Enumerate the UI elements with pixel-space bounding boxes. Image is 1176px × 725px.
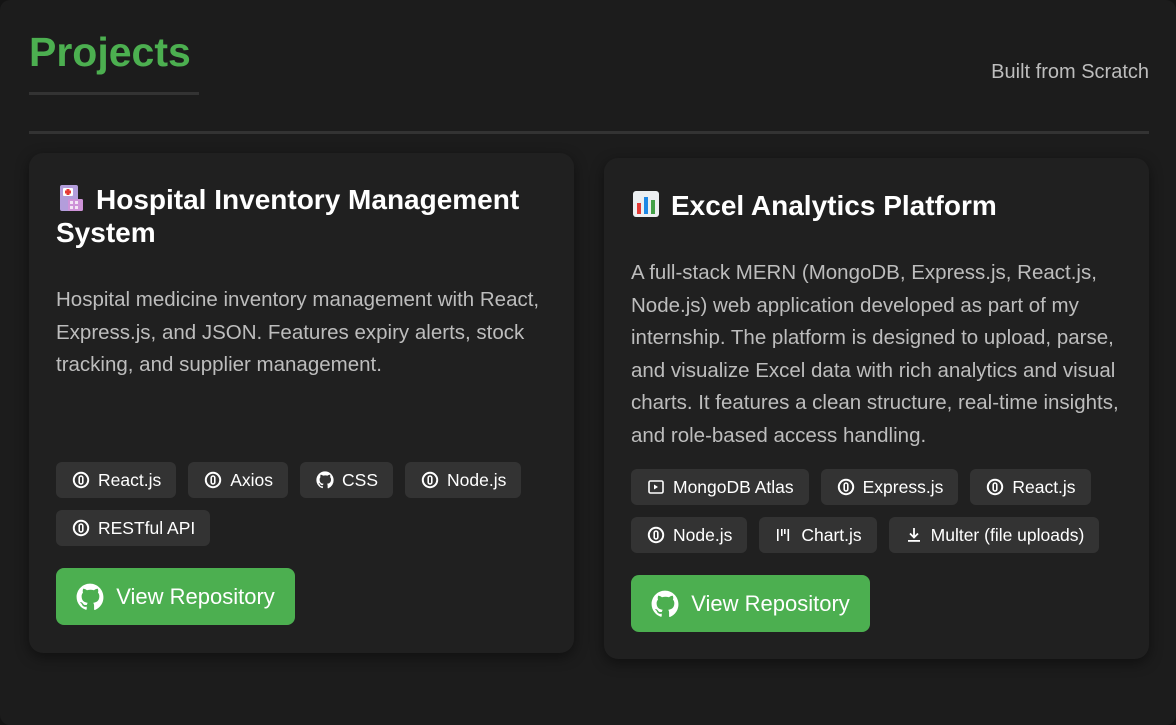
tag-label: MongoDB Atlas: [673, 476, 794, 497]
tag-label: Node.js: [673, 524, 733, 545]
tech-circle-icon: [837, 478, 855, 496]
tag-restful-api: RESTful API: [56, 510, 211, 546]
download-icon: [905, 526, 923, 544]
tag-label: CSS: [342, 469, 378, 490]
tag-label: Chart.js: [801, 524, 862, 545]
chart-bars-icon: [775, 526, 793, 544]
button-label: View Repository: [691, 590, 850, 616]
project-title-text: Excel Analytics Platform: [671, 190, 997, 221]
tech-circle-icon: [421, 471, 439, 489]
tag-label: React.js: [98, 469, 162, 490]
tech-circle-icon: [72, 471, 90, 489]
tech-circle-icon: [204, 471, 222, 489]
project-description: A full-stack MERN (MongoDB, Express.js, …: [631, 261, 1119, 447]
tag-label: Node.js: [447, 469, 507, 490]
tech-tags: MongoDB Atlas Express.js React.js Node.j…: [631, 469, 1129, 553]
project-title-text: Hospital Inventory Management System: [56, 184, 520, 248]
page-title: Projects: [29, 29, 191, 75]
tech-circle-icon: [72, 519, 90, 537]
tag-react: React.js: [970, 469, 1091, 505]
tag-css: CSS: [300, 462, 393, 498]
project-description: Hospital medicine inventory management w…: [56, 288, 540, 376]
tag-label: Express.js: [862, 476, 944, 497]
tag-axios: Axios: [188, 462, 289, 498]
page-subtitle: Built from Scratch: [991, 61, 1149, 83]
tag-node: Node.js: [405, 462, 522, 498]
tag-react: React.js: [56, 462, 177, 498]
tech-circle-icon: [647, 526, 665, 544]
tag-mongodb-atlas: MongoDB Atlas: [631, 469, 809, 505]
tech-circle-icon: [986, 478, 1004, 496]
database-icon: [647, 478, 665, 496]
tag-label: Multer (file uploads): [930, 524, 1085, 545]
project-title: Excel Analytics Platform: [631, 189, 1129, 222]
view-repository-button[interactable]: View Repository: [631, 575, 870, 632]
tag-express: Express.js: [820, 469, 959, 505]
projects-section: Projects Built from Scratch Hospital Inv…: [0, 0, 1176, 725]
tag-label: Axios: [230, 469, 274, 490]
hospital-icon: [60, 185, 83, 211]
tag-label: RESTful API: [98, 517, 196, 538]
button-label: View Repository: [116, 583, 275, 609]
tech-tags: React.js Axios CSS Node.js RESTful API: [56, 462, 554, 546]
project-card-hospital: Hospital Inventory Management System Hos…: [29, 153, 574, 653]
tag-chartjs: Chart.js: [759, 517, 877, 553]
section-header: Projects Built from Scratch: [29, 0, 1149, 134]
tag-multer: Multer (file uploads): [888, 517, 1100, 553]
project-card-excel: Excel Analytics Platform A full-stack ME…: [604, 158, 1149, 659]
github-icon: [316, 471, 334, 489]
tag-label: React.js: [1012, 476, 1076, 497]
github-icon: [76, 583, 104, 611]
view-repository-button[interactable]: View Repository: [56, 568, 295, 625]
bar-chart-icon: [633, 191, 659, 217]
tag-node: Node.js: [631, 517, 748, 553]
project-title: Hospital Inventory Management System: [56, 183, 554, 249]
github-icon: [651, 590, 679, 618]
title-underline: Projects: [29, 28, 199, 95]
